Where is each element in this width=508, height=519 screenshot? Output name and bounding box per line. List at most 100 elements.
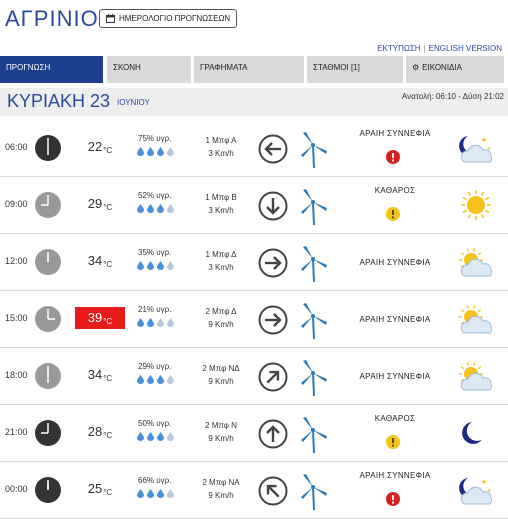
warning-icon[interactable] [385,149,401,165]
weather-description: ΑΡΑΙΗ ΣΥΝΝΕΦΙΑ [359,471,431,480]
humidity-drop-icon [167,147,174,156]
weather-description: ΚΑΘΑΡΟΣ [374,414,416,423]
row-humidity: 29% υγρ. [138,362,172,371]
forecast-row: 18:00 34°C 29% υγρ. 2 Μπφ ΝΔ 9 Km/h ΑΡΑΙΗ… [0,348,508,405]
wind-kmh: 3 Km/h [208,149,234,158]
wind-direction-arrow-icon [258,134,288,164]
row-temperature: 39°C [75,307,125,329]
forecast-row: 06:00 22°C 75% υγρ. 1 Μπφ Α 3 Km/h ΑΡΑΙΗ … [0,120,508,177]
tab-icons-label: ΕΙΚΟΝΙΔΙΑ [422,63,462,72]
humidity-drop-icon [147,147,154,156]
wind-speed: 2 Μπφ ΝΑ [202,478,240,487]
wind-speed: 1 Μπφ Β [205,193,237,202]
humidity-drop-icon [137,204,144,213]
wind-turbine-icon [297,302,333,340]
humidity-drop-icon [147,318,154,327]
gear-icon: ⚙ [412,63,420,72]
tab-forecast[interactable]: ΠΡΟΓΝΩΣΗ [0,56,103,83]
row-humidity: 52% υγρ. [138,191,172,200]
wind-direction-arrow-icon [258,476,288,506]
humidity-drop-icon [137,489,144,498]
humidity-drop-icon [147,204,154,213]
top-links: ΕΚΤΥΠΩΣΗ | ENGLISH VERSION [377,44,502,53]
warning-icon[interactable] [385,206,401,222]
english-version-link[interactable]: ENGLISH VERSION [429,44,502,53]
row-temperature: 25°C [75,478,125,500]
temperature-unit: °C [103,146,113,155]
print-link[interactable]: ΕΚΤΥΠΩΣΗ [377,44,420,53]
temperature-value: 29 [87,196,103,211]
humidity-drop-icon [167,432,174,441]
temperature-value: 22 [87,139,103,154]
humidity-drop-icon [157,261,164,270]
warning-icon[interactable] [385,434,401,450]
wind-kmh: 3 Km/h [208,263,234,272]
sunrise-sunset: Ανατολή: 06:10 - Δύση 21:02 [401,92,504,101]
humidity-drop-icon [147,261,154,270]
tab-dust[interactable]: ΣΚΟΝΗ [107,56,191,83]
humidity-drop-icon [157,489,164,498]
row-wind: 1 Μπφ Α 3 Km/h [186,134,256,160]
tab-charts[interactable]: ΓΡΑΦΗΜΑΤΑ [194,56,304,83]
svg-text:★: ★ [481,136,487,144]
humidity-drops [137,318,174,327]
wind-direction-arrow-icon [258,248,288,278]
clock-icon [34,305,62,333]
humidity-drop-icon [167,489,174,498]
temperature-unit: °C [103,488,113,497]
humidity-drop-icon [167,261,174,270]
humidity-drop-icon [157,432,164,441]
temperature-unit: °C [103,260,113,269]
wind-direction-arrow-icon [258,362,288,392]
humidity-drops [137,432,174,441]
clock-icon [34,248,62,276]
tab-forecast-label: ΠΡΟΓΝΩΣΗ [6,63,51,72]
row-temperature: 34°C [75,250,125,272]
humidity-drop-icon [137,147,144,156]
forecast-row: 09:00 29°C 52% υγρ. 1 Μπφ Β 3 Km/h ΚΑΘΑΡΟ… [0,177,508,234]
humidity-drop-icon [157,375,164,384]
wind-direction-arrow-icon [258,305,288,335]
wind-kmh: 9 Km/h [208,320,234,329]
clock-icon [34,476,62,504]
wind-kmh: 3 Km/h [208,206,234,215]
row-humidity: 35% υγρ. [138,248,172,257]
tab-icons[interactable]: ⚙ ΕΙΚΟΝΙΔΙΑ [406,56,504,83]
humidity-drop-icon [137,432,144,441]
forecast-row: 00:00 25°C 66% υγρ. 2 Μπφ ΝΑ 9 Km/h ΑΡΑΙΗ… [0,462,508,519]
row-wind: 2 Μπφ Δ 9 Km/h [186,305,256,331]
clock-icon [34,134,62,162]
row-wind: 1 Μπφ Δ 3 Km/h [186,248,256,274]
humidity-drop-icon [167,375,174,384]
wind-turbine-icon [297,131,333,169]
tab-stations-label: ΣΤΑΘΜΟΙ [1] [313,63,360,72]
tab-stations[interactable]: ΣΤΑΘΜΟΙ [1] [307,56,403,83]
row-time: 15:00 [5,313,28,323]
forecast-row: 15:00 39°C 21% υγρ. 2 Μπφ Δ 9 Km/h ΑΡΑΙΗ … [0,291,508,348]
humidity-drop-icon [147,432,154,441]
row-humidity: 21% υγρ. [138,305,172,314]
temperature-unit: °C [103,317,113,326]
sun-cloud-weather-icon [454,244,498,282]
sun-weather-icon [454,187,498,225]
warning-icon[interactable] [385,491,401,507]
humidity-drops [137,489,174,498]
day-name: ΚΥΡΙΑΚΗ 23 [7,91,111,111]
row-humidity: 75% υγρ. [138,134,172,143]
forecast-calendar-button[interactable]: ΗΜΕΡΟΛΟΓΙΟ ΠΡΟΓΝΩΣΕΩΝ [99,9,238,28]
temperature-value: 25 [87,481,103,496]
row-wind: 2 Μπφ Ν 9 Km/h [186,419,256,445]
svg-text:★: ★ [481,478,487,486]
link-separator: | [423,44,426,53]
wind-kmh: 9 Km/h [208,377,234,386]
row-humidity: 66% υγρ. [138,476,172,485]
moon-cloud-weather-icon: ★ ★ [454,130,498,168]
humidity-drops [137,375,174,384]
wind-turbine-icon [297,359,333,397]
wind-turbine-icon [297,473,333,511]
row-temperature: 34°C [75,364,125,386]
row-time: 21:00 [5,427,28,437]
wind-speed: 1 Μπφ Α [205,136,237,145]
row-temperature: 22°C [75,136,125,158]
row-time: 00:00 [5,484,28,494]
